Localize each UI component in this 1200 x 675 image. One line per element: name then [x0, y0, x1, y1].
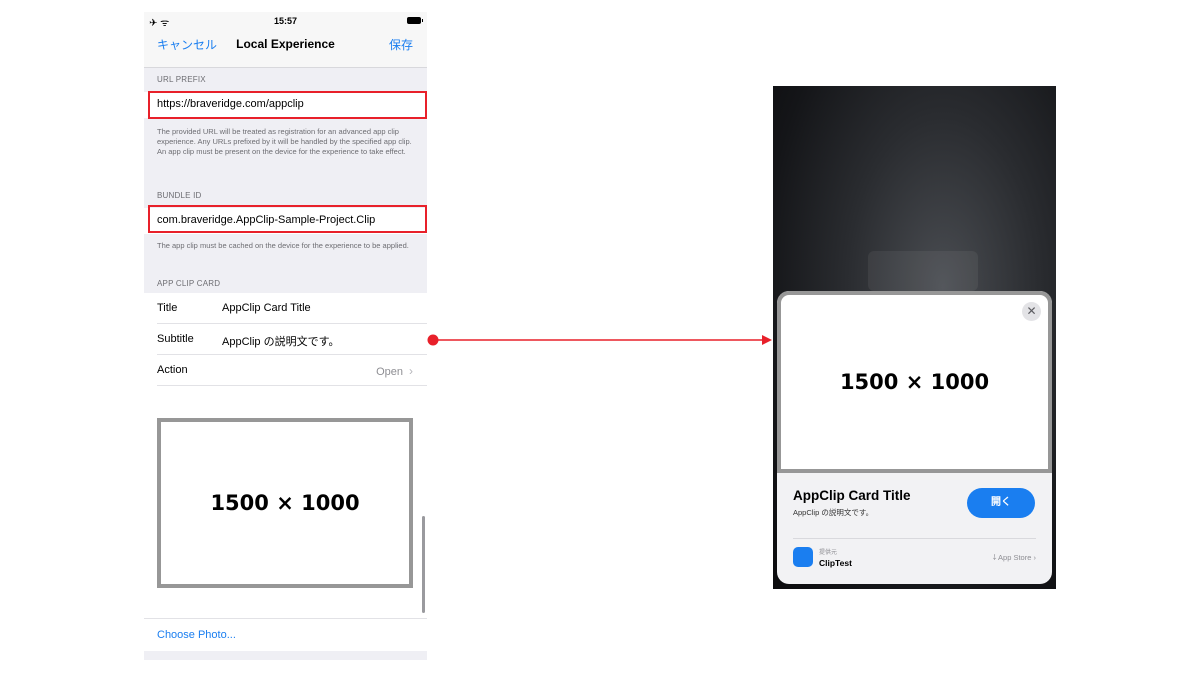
bundle-id-note: The app clip must be cached on the devic… — [157, 241, 409, 250]
subtitle-row[interactable]: Subtitle AppClip の説明文です。 — [157, 324, 427, 355]
card-subtitle: AppClip の説明文です。 — [793, 508, 874, 517]
save-button[interactable]: 保存 — [389, 36, 413, 53]
app-clip-card-sheet: 1500 × 1000 ✕ AppClip Card Title AppClip… — [777, 291, 1052, 584]
app-icon — [793, 547, 813, 567]
url-prefix-note: The provided URL will be treated as regi… — [157, 127, 412, 156]
arrow-head — [762, 335, 772, 345]
photo-preview[interactable]: 1500 × 1000 — [157, 418, 413, 588]
title-row-value: AppClip Card Title — [222, 302, 311, 314]
app-clip-card-image: 1500 × 1000 — [777, 291, 1052, 473]
app-clip-card-header: APP CLIP CARD — [157, 279, 221, 288]
status-bar: ✈ ᯤ 15:57 — [144, 12, 427, 30]
photo-placeholder-text: 1500 × 1000 — [210, 491, 360, 515]
close-icon[interactable]: ✕ — [1022, 302, 1041, 321]
choose-photo-row[interactable]: Choose Photo... — [144, 618, 427, 651]
photo-preview-area: 1500 × 1000 — [144, 386, 427, 620]
app-store-label: App Store — [998, 553, 1032, 562]
chevron-right-icon: › — [409, 364, 413, 378]
action-row[interactable]: Action Open › — [157, 355, 427, 386]
open-button[interactable]: 開く — [967, 488, 1035, 518]
action-row-value[interactable]: Open › — [376, 364, 413, 378]
url-prefix-highlight — [148, 91, 427, 119]
local-experience-screen: ✈ ᯤ 15:57 キャンセル Local Experience 保存 URL … — [144, 12, 427, 660]
action-value-text: Open — [376, 366, 403, 378]
provider-label: 提供元 — [819, 550, 838, 556]
subtitle-row-label: Subtitle — [157, 333, 194, 345]
choose-photo-button[interactable]: Choose Photo... — [157, 629, 236, 641]
url-prefix-header: URL PREFIX — [157, 75, 206, 84]
flow-arrow — [427, 334, 772, 346]
battery-icon — [407, 17, 423, 24]
card-title: AppClip Card Title — [793, 488, 911, 503]
bundle-id-header: BUNDLE ID — [157, 191, 202, 200]
card-image-placeholder-text: 1500 × 1000 — [839, 370, 990, 394]
title-row-label: Title — [157, 302, 178, 314]
provider-name: ClipTest — [819, 558, 852, 568]
app-store-link[interactable]: ⸸ App Store › — [993, 553, 1036, 563]
divider — [793, 538, 1036, 539]
action-row-label: Action — [157, 364, 188, 376]
subtitle-row-value: AppClip の説明文です。 — [222, 336, 340, 348]
app-clip-preview-screen: 1500 × 1000 ✕ AppClip Card Title AppClip… — [773, 86, 1056, 589]
title-row[interactable]: Title AppClip Card Title — [157, 293, 427, 324]
scrollbar[interactable] — [422, 516, 425, 613]
page-title: Local Experience — [236, 37, 335, 51]
app-clip-card-table: Title AppClip Card Title Subtitle AppCli… — [144, 293, 427, 386]
blurred-background — [868, 251, 978, 291]
status-time: 15:57 — [273, 16, 298, 26]
bundle-id-highlight — [148, 205, 427, 233]
navigation-bar: キャンセル Local Experience 保存 — [144, 30, 427, 68]
